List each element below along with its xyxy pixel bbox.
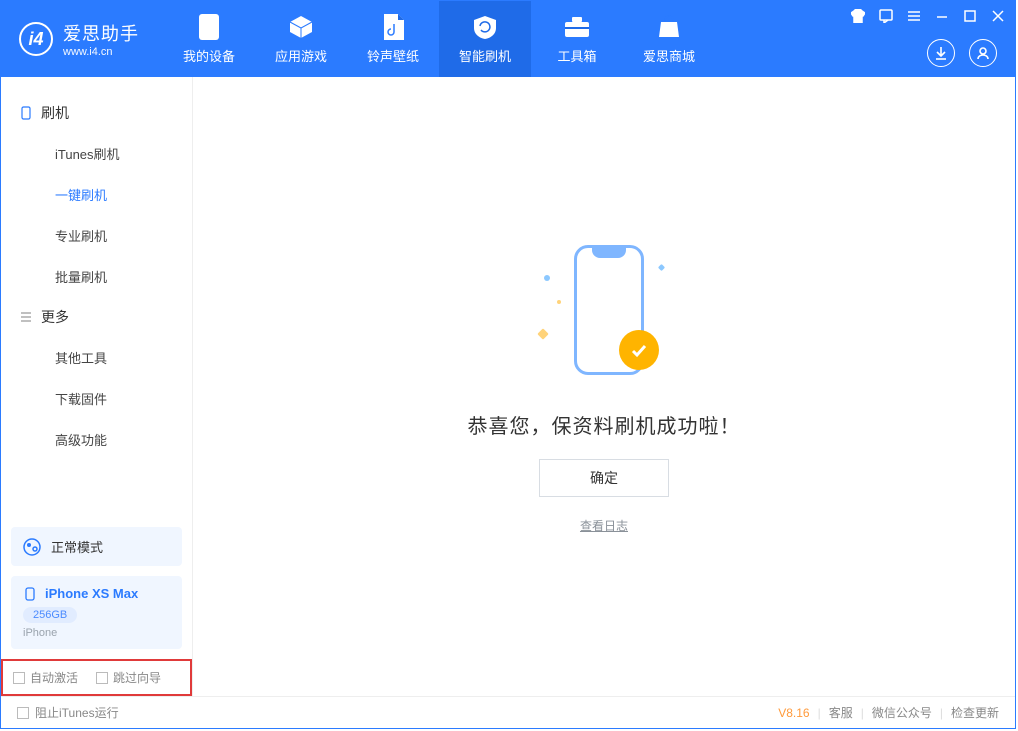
tab-smart-flash[interactable]: 智能刷机	[439, 1, 531, 77]
tab-ringtones-wallpapers[interactable]: 铃声壁纸	[347, 1, 439, 77]
download-icon[interactable]	[927, 39, 955, 67]
mode-label: 正常模式	[51, 537, 103, 556]
section-label: 更多	[41, 307, 69, 327]
app-logo: i4 爱思助手 www.i4.cn	[1, 1, 157, 77]
success-check-icon	[619, 330, 659, 370]
feedback-icon[interactable]	[877, 7, 895, 25]
sidebar-item-itunes-flash[interactable]: iTunes刷机	[1, 133, 192, 174]
skin-icon[interactable]	[849, 7, 867, 25]
wechat-link[interactable]: 微信公众号	[872, 704, 932, 721]
sidebar-item-pro-flash[interactable]: 专业刷机	[1, 215, 192, 256]
sparkle-icon	[544, 275, 550, 281]
app-window: i4 爱思助手 www.i4.cn 我的设备 应用游戏 铃声壁纸 智能刷机	[0, 0, 1016, 729]
toolbox-icon	[564, 14, 590, 40]
sidebar: 刷机 iTunes刷机 一键刷机 专业刷机 批量刷机 更多 其他工具 下载固件 …	[1, 77, 193, 696]
device-name: iPhone XS Max	[45, 586, 138, 601]
tab-label: 铃声壁纸	[367, 46, 419, 65]
success-message: 恭喜您，保资料刷机成功啦！	[468, 410, 741, 439]
tab-apps-games[interactable]: 应用游戏	[255, 1, 347, 77]
sidebar-nav: 刷机 iTunes刷机 一键刷机 专业刷机 批量刷机 更多 其他工具 下载固件 …	[1, 77, 192, 527]
list-icon	[19, 310, 33, 324]
logo-text: 爱思助手 www.i4.cn	[63, 20, 139, 58]
separator: |	[940, 706, 943, 720]
phone-icon	[196, 14, 222, 40]
cube-icon	[288, 14, 314, 40]
header: i4 爱思助手 www.i4.cn 我的设备 应用游戏 铃声壁纸 智能刷机	[1, 1, 1015, 77]
tab-label: 爱思商城	[643, 46, 695, 65]
checkbox-icon	[96, 672, 108, 684]
sidebar-section-flash: 刷机	[1, 93, 192, 133]
sidebar-item-download-firmware[interactable]: 下载固件	[1, 378, 192, 419]
sparkle-icon	[658, 263, 665, 270]
checkbox-label: 跳过向导	[113, 669, 161, 686]
header-action-icons	[927, 39, 997, 67]
sidebar-bottom: 正常模式 iPhone XS Max 256GB iPhone	[1, 527, 192, 659]
phone-notch-icon	[592, 248, 626, 258]
tab-toolbox[interactable]: 工具箱	[531, 1, 623, 77]
maximize-button[interactable]	[961, 7, 979, 25]
app-name-en: www.i4.cn	[63, 46, 139, 58]
success-illustration	[529, 240, 679, 390]
device-type: iPhone	[23, 627, 170, 639]
checkbox-label: 自动激活	[30, 669, 78, 686]
refresh-shield-icon	[472, 14, 498, 40]
footer-right: V8.16 | 客服 | 微信公众号 | 检查更新	[778, 704, 999, 721]
mode-icon	[23, 538, 41, 556]
device-outline-icon	[19, 106, 33, 120]
close-button[interactable]	[989, 7, 1007, 25]
ok-button[interactable]: 确定	[539, 459, 669, 497]
device-capacity: 256GB	[23, 607, 77, 623]
view-log-link[interactable]: 查看日志	[580, 517, 628, 534]
sidebar-item-batch-flash[interactable]: 批量刷机	[1, 256, 192, 297]
checkbox-label: 阻止iTunes运行	[35, 704, 119, 721]
check-update-link[interactable]: 检查更新	[951, 704, 999, 721]
support-link[interactable]: 客服	[829, 704, 853, 721]
sidebar-item-oneclick-flash[interactable]: 一键刷机	[1, 174, 192, 215]
footer: 阻止iTunes运行 V8.16 | 客服 | 微信公众号 | 检查更新	[1, 696, 1015, 728]
section-label: 刷机	[41, 103, 69, 123]
tab-label: 应用游戏	[275, 46, 327, 65]
checkbox-block-itunes[interactable]: 阻止iTunes运行	[17, 704, 119, 721]
sparkle-icon	[557, 300, 561, 304]
app-name-zh: 爱思助手	[63, 20, 139, 46]
device-card[interactable]: iPhone XS Max 256GB iPhone	[11, 576, 182, 649]
logo-badge-icon: i4	[19, 22, 53, 56]
window-controls	[849, 7, 1007, 25]
sidebar-item-advanced[interactable]: 高级功能	[1, 419, 192, 460]
checkbox-icon	[17, 707, 29, 719]
tab-label: 工具箱	[557, 46, 596, 65]
checkbox-auto-activate[interactable]: 自动激活	[13, 669, 78, 686]
bag-icon	[656, 14, 682, 40]
sparkle-icon	[537, 328, 548, 339]
main-content: 恭喜您，保资料刷机成功啦！ 确定 查看日志	[193, 77, 1015, 696]
separator: |	[818, 706, 821, 720]
menu-icon[interactable]	[905, 7, 923, 25]
device-icon	[23, 587, 37, 601]
checkbox-skip-guide[interactable]: 跳过向导	[96, 669, 161, 686]
tab-my-device[interactable]: 我的设备	[163, 1, 255, 77]
tab-label: 智能刷机	[459, 46, 511, 65]
version-label: V8.16	[778, 706, 809, 720]
music-file-icon	[380, 14, 406, 40]
body: 刷机 iTunes刷机 一键刷机 专业刷机 批量刷机 更多 其他工具 下载固件 …	[1, 77, 1015, 696]
tab-label: 我的设备	[183, 46, 235, 65]
sidebar-section-more: 更多	[1, 297, 192, 337]
header-tabs: 我的设备 应用游戏 铃声壁纸 智能刷机 工具箱 爱思商城	[163, 1, 715, 77]
checkbox-icon	[13, 672, 25, 684]
separator: |	[861, 706, 864, 720]
flash-options-highlight: 自动激活 跳过向导	[1, 659, 192, 696]
mode-card[interactable]: 正常模式	[11, 527, 182, 566]
tab-store[interactable]: 爱思商城	[623, 1, 715, 77]
sidebar-item-other-tools[interactable]: 其他工具	[1, 337, 192, 378]
user-icon[interactable]	[969, 39, 997, 67]
minimize-button[interactable]	[933, 7, 951, 25]
